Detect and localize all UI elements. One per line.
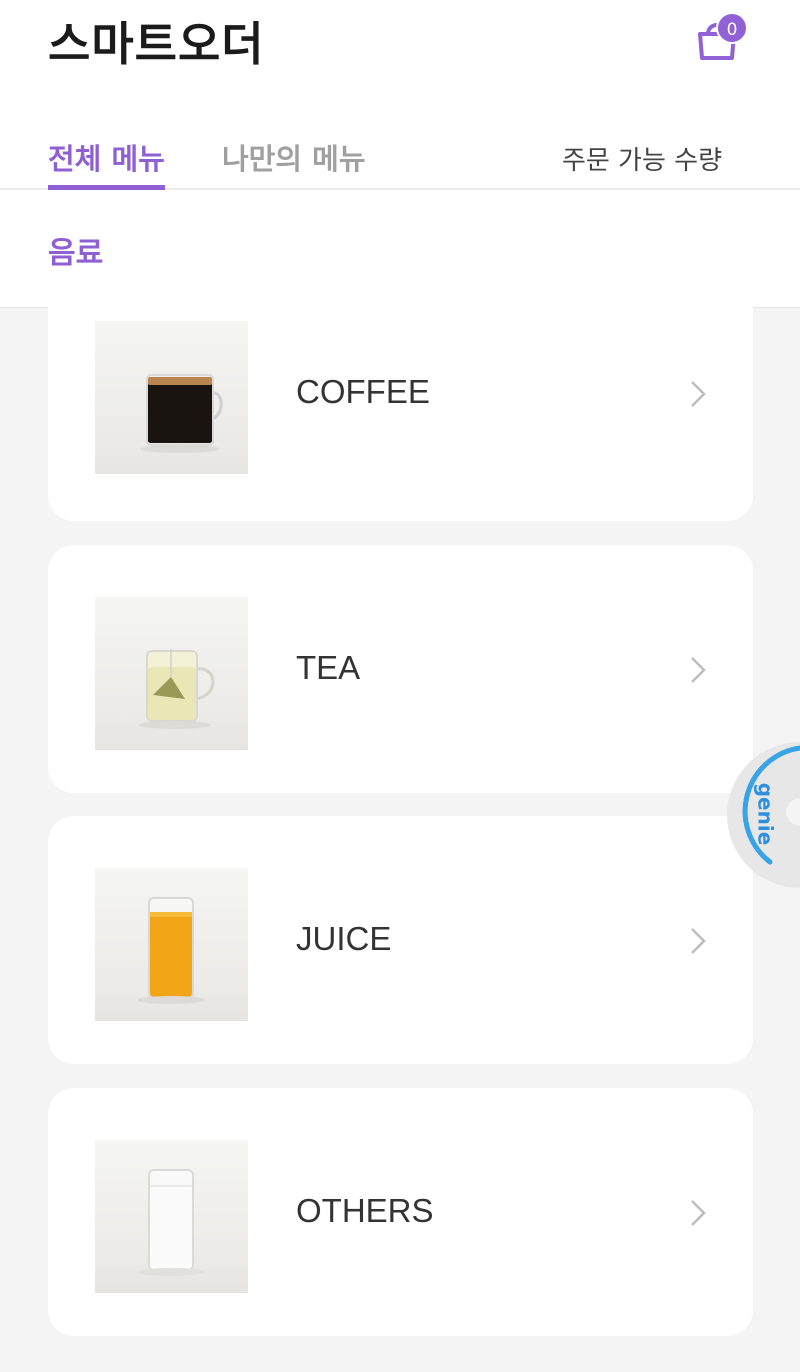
menu-card-tea[interactable]: TEA — [48, 545, 753, 793]
tea-mug-image — [95, 597, 248, 750]
tab-my-menu[interactable]: 나만의 메뉴 — [222, 136, 366, 188]
cart-count-badge: 0 — [716, 12, 748, 44]
cart-button[interactable]: 0 — [694, 12, 754, 62]
menu-tabs: 전체 메뉴 나만의 메뉴 주문 가능 수량 — [0, 130, 800, 190]
menu-card-juice[interactable]: JUICE — [48, 816, 753, 1064]
category-beverage[interactable]: 음료 — [48, 228, 103, 272]
menu-card-others[interactable]: OTHERS — [48, 1088, 753, 1336]
menu-label-others: OTHERS — [296, 1192, 434, 1229]
milk-glass-image — [95, 1140, 248, 1293]
chevron-right-icon — [691, 657, 706, 683]
menu-label-juice: JUICE — [296, 920, 392, 957]
genie-label: genie — [753, 782, 778, 846]
menu-card-coffee[interactable]: COFFEE — [48, 269, 753, 521]
menu-label-coffee: COFFEE — [296, 373, 430, 410]
menu-label-tea: TEA — [296, 649, 361, 686]
chevron-right-icon — [691, 381, 706, 407]
juice-glass-image — [95, 868, 248, 1021]
app-title: 스마트오더 — [48, 17, 265, 71]
chevron-right-icon — [691, 1200, 706, 1226]
header: 스마트오더 0 전체 메뉴 나만의 메뉴 주문 가능 수량 음료 — [0, 0, 800, 308]
genie-floating-button[interactable]: genie — [722, 740, 800, 890]
tab-all-menu[interactable]: 전체 메뉴 — [48, 136, 165, 190]
order-quantity-link[interactable]: 주문 가능 수량 — [562, 140, 722, 177]
chevron-right-icon — [691, 928, 706, 954]
coffee-mug-image — [95, 321, 248, 474]
